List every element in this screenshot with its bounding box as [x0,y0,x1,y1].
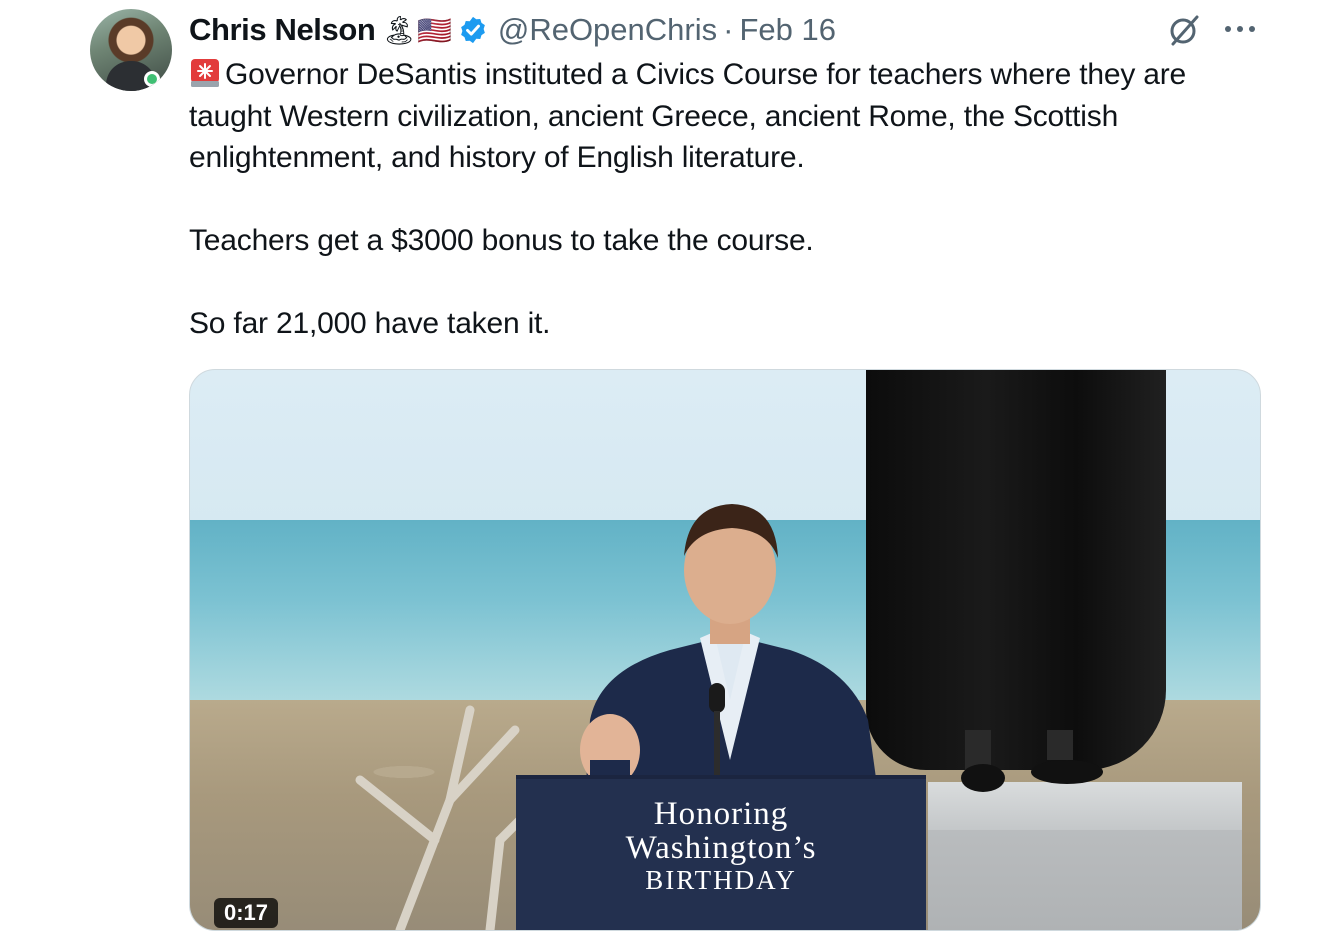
paragraph-1-text: Governor DeSantis instituted a Civics Co… [189,58,1187,174]
separator-dot: · [723,12,734,47]
video-scene-statue-feet [961,730,1103,792]
author-handle[interactable]: @ReOpenChris [498,12,717,48]
podium-line-1: Honoring [653,796,789,832]
tweet-text: Governor DeSantis instituted a Civics Co… [189,54,1269,345]
podium-line-2: Washington’s [625,830,817,866]
grok-icon[interactable] [1166,12,1202,48]
author-avatar[interactable] [90,9,172,91]
video-timestamp: 0:17 [214,898,279,928]
more-options-icon[interactable] [1220,14,1260,44]
podium-sign: Honoring Washington’s BIRTHDAY [516,775,926,930]
tweet-paragraph: So far 21,000 have taken it. [189,307,551,340]
tweet-header: Chris Nelson 🏝🇺🇸 @ReOpenChris · Feb 16 [189,10,836,50]
tweet-paragraph: Governor DeSantis instituted a Civics Co… [189,54,1269,179]
avatar-status-badge [144,71,160,87]
verified-badge-icon[interactable] [458,15,488,45]
tweet-date[interactable]: Feb 16 [739,12,836,48]
video-scene-microphone [709,683,725,775]
video-scene-statue-cloth [866,370,1166,770]
siren-icon [191,59,219,87]
tweet-paragraph: Teachers get a $3000 bonus to take the c… [189,224,814,257]
video-player[interactable]: Honoring Washington’s BIRTHDAY 0:17 [189,369,1261,931]
podium-line-3: BIRTHDAY [645,865,797,895]
name-emoji: 🏝🇺🇸 [381,13,452,47]
author-name[interactable]: Chris Nelson [189,12,376,48]
